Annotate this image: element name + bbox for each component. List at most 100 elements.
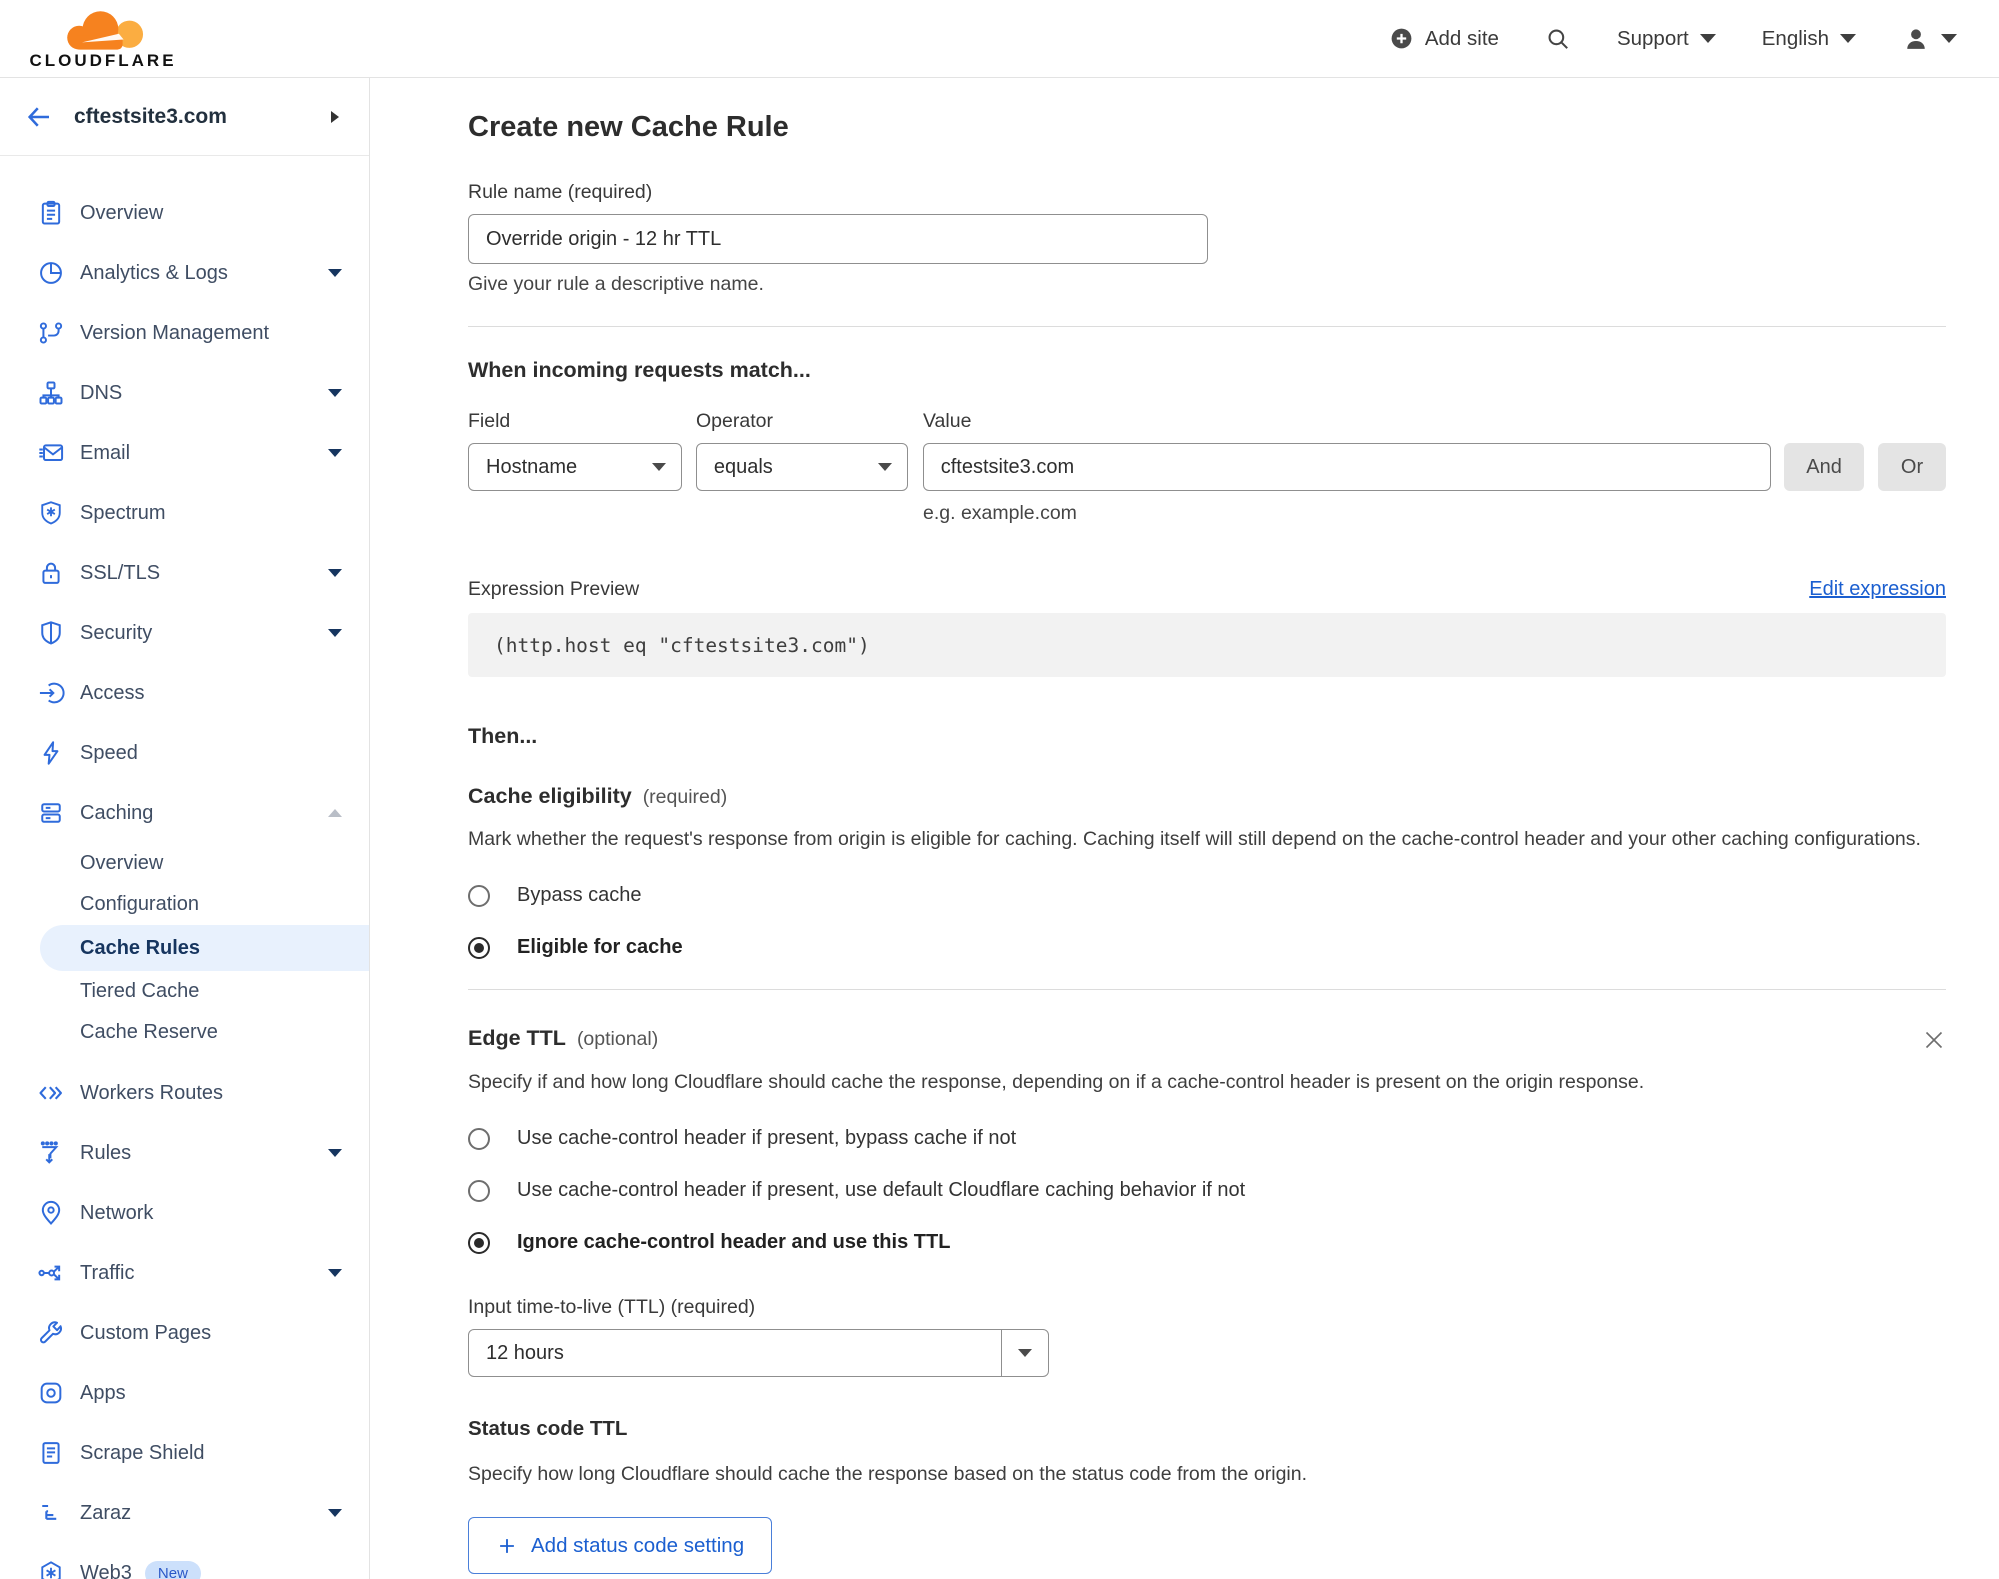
topbar: CLOUDFLARE Add site Support English	[0, 0, 1999, 78]
sidebar-item-label: DNS	[80, 381, 123, 404]
sidebar-item-network[interactable]: Network	[0, 1183, 369, 1243]
user-icon	[1902, 25, 1930, 53]
radio-label: Use cache-control header if present, byp…	[517, 1127, 1017, 1149]
and-button[interactable]: And	[1784, 443, 1865, 491]
match-heading: When incoming requests match...	[468, 358, 811, 382]
expression-preview-row: Expression Preview Edit expression	[468, 578, 1946, 601]
search-button[interactable]	[1545, 26, 1571, 52]
back-arrow-icon[interactable]	[24, 102, 54, 132]
chevron-down-icon	[1941, 34, 1957, 43]
sidebar-item-dns[interactable]: DNS	[0, 363, 369, 423]
cloudflare-logo[interactable]: CLOUDFLARE	[18, 7, 188, 71]
rule-name-input[interactable]	[468, 214, 1208, 264]
chevron-down-icon	[328, 389, 342, 397]
lock-icon	[37, 559, 65, 587]
radio-unselected[interactable]	[468, 884, 490, 907]
radio-unselected[interactable]	[468, 1127, 490, 1150]
sidebar-item-workers-routes[interactable]: Workers Routes	[0, 1063, 369, 1123]
sidebar-subitem-cache-rules[interactable]: Cache Rules	[40, 925, 369, 971]
or-button[interactable]: Or	[1878, 443, 1946, 491]
edge-ttl-description: Specify if and how long Cloudflare shoul…	[468, 1071, 1645, 1093]
shield-icon	[37, 619, 65, 647]
sidebar-item-rules[interactable]: Rules	[0, 1123, 369, 1183]
rule-name-helper: Give your rule a descriptive name.	[468, 273, 764, 295]
sidebar-item-apps[interactable]: Apps	[0, 1363, 369, 1423]
sidebar-item-web3[interactable]: Web3 New	[0, 1543, 369, 1579]
value-column-label: Value	[923, 410, 972, 432]
chevron-down-icon	[651, 463, 666, 471]
field-select[interactable]: Hostname	[468, 443, 682, 491]
sidebar-item-zaraz[interactable]: Zaraz	[0, 1483, 369, 1543]
rule-name-label: Rule name (required)	[468, 181, 653, 203]
sidebar-subitem-caching-configuration[interactable]: Configuration	[0, 884, 369, 925]
field-column-label: Field	[468, 410, 511, 432]
sidebar-item-speed[interactable]: Speed	[0, 723, 369, 783]
sidebar-item-label: Zaraz	[80, 1501, 132, 1524]
sidebar-item-ssl-tls[interactable]: SSL/TLS	[0, 543, 369, 603]
language-menu[interactable]: English	[1762, 27, 1856, 51]
sidebar-item-version-management[interactable]: Version Management	[0, 303, 369, 363]
sidebar-item-label: Spectrum	[80, 501, 166, 524]
sidebar-subitem-label: Overview	[80, 852, 164, 874]
expand-site-menu-icon[interactable]	[331, 110, 339, 123]
sidebar-subitem-label: Tiered Cache	[80, 980, 200, 1002]
radio-selected[interactable]	[468, 1231, 490, 1254]
sidebar-item-custom-pages[interactable]: Custom Pages	[0, 1303, 369, 1363]
sidebar-subitem-tiered-cache[interactable]: Tiered Cache	[0, 971, 369, 1012]
operator-select-value: equals	[713, 455, 773, 478]
required-tag: (required)	[642, 786, 728, 808]
radio-dot	[474, 942, 484, 953]
expression-preview-code: (http.host eq "cftestsite3.com")	[468, 613, 1946, 677]
main-content: Create new Cache Rule Rule name (require…	[371, 78, 1999, 1579]
status-code-ttl-heading: Status code TTL	[468, 1417, 628, 1440]
sidebar-item-access[interactable]: Access	[0, 663, 369, 723]
add-status-code-button[interactable]: Add status code setting	[468, 1517, 773, 1574]
support-menu[interactable]: Support	[1617, 27, 1716, 51]
edit-expression-link[interactable]: Edit expression	[1809, 578, 1946, 601]
sidebar-item-analytics-logs[interactable]: Analytics & Logs	[0, 243, 369, 303]
sidebar-item-scrape-shield[interactable]: Scrape Shield	[0, 1423, 369, 1483]
edge-ttl-heading: Edge TTL	[468, 1026, 566, 1050]
radio-selected[interactable]	[468, 936, 490, 959]
chevron-down-icon	[328, 1509, 342, 1517]
value-input[interactable]	[922, 443, 1772, 491]
add-site-button[interactable]: Add site	[1389, 26, 1499, 51]
radio-option-use-header-default[interactable]: Use cache-control header if present, use…	[468, 1179, 1946, 1202]
sidebar-subitem-caching-overview[interactable]: Overview	[0, 843, 369, 884]
radio-option-bypass-cache[interactable]: Bypass cache	[468, 884, 1946, 907]
sidebar-item-label: Workers Routes	[80, 1081, 224, 1104]
radio-unselected[interactable]	[468, 1179, 490, 1202]
radio-option-eligible-for-cache[interactable]: Eligible for cache	[468, 936, 1946, 959]
dns-tree-icon	[37, 379, 65, 407]
radio-option-ignore-header-use-ttl[interactable]: Ignore cache-control header and use this…	[468, 1231, 1946, 1254]
account-menu[interactable]	[1902, 25, 1957, 53]
cloudflare-dashboard: CLOUDFLARE Add site Support English cfte…	[0, 0, 1999, 1579]
ttl-select[interactable]: 12 hours	[468, 1329, 1049, 1377]
sidebar-item-email[interactable]: Email	[0, 423, 369, 483]
ttl-dropdown-button[interactable]	[1001, 1330, 1048, 1376]
sidebar-item-label: Email	[80, 441, 131, 464]
pie-chart-icon	[37, 259, 65, 287]
plus-icon	[496, 1535, 518, 1557]
chevron-down-icon	[1840, 34, 1856, 43]
sidebar-item-spectrum[interactable]: Spectrum	[0, 483, 369, 543]
sidebar-item-label: Security	[80, 621, 153, 644]
sidebar-item-caching[interactable]: Caching	[0, 783, 369, 843]
chevron-up-icon	[328, 809, 342, 817]
map-pin-icon	[37, 1199, 65, 1227]
sidebar-item-label: Apps	[80, 1381, 126, 1404]
sidebar-item-label: Analytics & Logs	[80, 261, 228, 284]
radio-label: Eligible for cache	[517, 936, 683, 958]
sidebar-item-label: Rules	[80, 1141, 132, 1164]
chevron-down-icon	[328, 1149, 342, 1157]
cloudflare-cloud-icon	[55, 7, 151, 53]
document-icon	[37, 1439, 65, 1467]
sidebar-item-traffic[interactable]: Traffic	[0, 1243, 369, 1303]
chevron-down-icon	[1018, 1349, 1032, 1357]
operator-select[interactable]: equals	[695, 443, 908, 491]
sidebar-subitem-cache-reserve[interactable]: Cache Reserve	[0, 1012, 369, 1053]
radio-option-use-header-bypass[interactable]: Use cache-control header if present, byp…	[468, 1127, 1946, 1150]
sidebar-item-overview[interactable]: Overview	[0, 183, 369, 243]
sidebar-item-security[interactable]: Security	[0, 603, 369, 663]
close-icon[interactable]	[1922, 1028, 1946, 1052]
